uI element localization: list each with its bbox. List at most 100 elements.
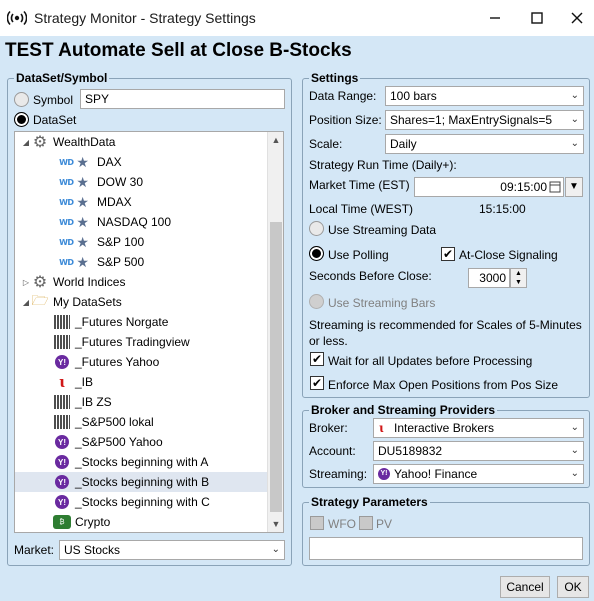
chevron-down-icon: ⌄ <box>570 445 579 456</box>
minimize-icon[interactable] <box>474 0 516 36</box>
at-close-signaling-label: At-Close Signaling <box>459 248 558 262</box>
account-select[interactable]: DU5189832 ⌄ <box>373 441 584 461</box>
local-time-value: 15:15:00 <box>479 202 526 216</box>
tree-item-label: _IB ZS <box>75 395 112 409</box>
ib-icon: ɩ <box>59 373 65 391</box>
tree-item[interactable]: Y! _Futures Yahoo <box>15 352 267 372</box>
symbol-radio[interactable] <box>14 92 29 107</box>
tree-item-label: MDAX <box>97 195 132 209</box>
tree-item[interactable]: WD ★ NASDAQ 100 <box>15 212 267 232</box>
tree-item[interactable]: ▷ ⚙ World Indices <box>15 272 267 292</box>
tree-item-label: NASDAQ 100 <box>97 215 172 229</box>
tree-item-label: My DataSets <box>53 295 122 309</box>
symbol-input[interactable]: SPY <box>80 89 285 109</box>
grid-icon <box>53 314 71 330</box>
spin-down-icon[interactable]: ▼ <box>511 278 526 287</box>
position-size-select[interactable]: Shares=1; MaxEntrySignals=5 ⌄ <box>385 110 584 130</box>
position-size-value: Shares=1; MaxEntrySignals=5 <box>390 113 553 127</box>
market-time-label: Market Time (EST) <box>309 178 410 192</box>
dataset-radio[interactable] <box>14 112 29 127</box>
tree-item-label: S&P 100 <box>97 235 145 249</box>
scale-select[interactable]: Daily ⌄ <box>385 134 584 154</box>
scrollbar-thumb[interactable] <box>270 222 282 512</box>
wait-for-updates-label: Wait for all Updates before Processing <box>328 354 533 368</box>
dataset-label: DataSet <box>33 113 77 127</box>
wd-star-icon: WD ★ <box>59 233 89 250</box>
enforce-max-open-label: Enforce Max Open Positions from Pos Size <box>328 378 559 392</box>
scale-label: Scale: <box>309 137 343 151</box>
account-label: Account: <box>309 444 356 458</box>
window-title: Strategy Monitor - Strategy Settings <box>34 10 256 26</box>
tree-item[interactable]: _Futures Tradingview <box>15 332 267 352</box>
scroll-down-icon[interactable]: ▼ <box>268 516 283 532</box>
maximize-icon[interactable] <box>516 0 558 36</box>
market-value: US Stocks <box>64 543 121 557</box>
yahoo-icon: Y! <box>53 434 71 450</box>
tree-item[interactable]: WD ★ MDAX <box>15 192 267 212</box>
tree-item[interactable]: _Futures Norgate <box>15 312 267 332</box>
seconds-spinner[interactable]: ▲ ▼ <box>510 268 527 288</box>
tree-item[interactable]: ₿ Crypto <box>15 512 267 532</box>
yahoo-icon: Y! <box>53 354 71 370</box>
tree-item[interactable]: ◢ ⚙ WealthData <box>15 132 267 152</box>
at-close-signaling-checkbox[interactable]: ✔ <box>441 247 455 261</box>
tree-item-label: _Stocks beginning with A <box>75 455 209 469</box>
enforce-max-open-checkbox[interactable]: ✔ <box>310 376 324 390</box>
broker-select[interactable]: ɩ Interactive Brokers ⌄ <box>373 418 584 438</box>
cancel-button[interactable]: Cancel <box>500 576 550 598</box>
wd-star-icon: WD ★ <box>59 253 89 270</box>
data-range-value: 100 bars <box>390 89 437 103</box>
use-polling-radio[interactable] <box>309 246 324 261</box>
calendar-icon[interactable] <box>549 180 561 194</box>
run-time-label: Strategy Run Time (Daily+): <box>309 158 457 172</box>
market-time-input[interactable]: 09:15:00 <box>414 177 564 197</box>
streaming-select[interactable]: Y! Yahoo! Finance ⌄ <box>373 464 584 484</box>
tree-item[interactable]: ◢ 🗁 My DataSets <box>15 292 267 312</box>
grid-icon <box>53 334 71 350</box>
use-streaming-data-radio[interactable] <box>309 221 324 236</box>
tree-item[interactable]: Y! _Stocks beginning with A <box>15 452 267 472</box>
expand-icon[interactable]: ▷ <box>21 278 31 287</box>
tree-item[interactable]: WD ★ DAX <box>15 152 267 172</box>
tree-item[interactable]: Y! _Stocks beginning with C <box>15 492 267 512</box>
tree-item[interactable]: WD ★ DOW 30 <box>15 172 267 192</box>
tree-item-label: World Indices <box>53 275 126 289</box>
tree-item-label: _IB <box>75 375 94 389</box>
chevron-down-icon: ⌄ <box>570 138 579 149</box>
tree-item[interactable]: _IB ZS <box>15 392 267 412</box>
wait-for-updates-checkbox[interactable]: ✔ <box>310 352 324 366</box>
tree-item[interactable]: Y! _S&P500 Yahoo <box>15 432 267 452</box>
data-range-select[interactable]: 100 bars ⌄ <box>385 86 584 106</box>
wd-star-icon: WD ★ <box>59 153 89 170</box>
broker-group-title: Broker and Streaming Providers <box>309 403 498 417</box>
time-dropdown-icon[interactable]: ▼ <box>565 177 583 197</box>
market-select[interactable]: US Stocks ⌄ <box>59 540 285 560</box>
wfo-checkbox[interactable] <box>310 516 324 530</box>
tree-item[interactable]: WD ★ S&P 100 <box>15 232 267 252</box>
close-icon[interactable] <box>556 0 594 36</box>
collapse-icon[interactable]: ◢ <box>21 138 31 147</box>
position-size-label: Position Size: <box>309 113 382 127</box>
seconds-before-close-input[interactable]: 3000 <box>468 268 510 288</box>
chevron-down-icon: ⌄ <box>570 422 579 433</box>
scroll-up-icon[interactable]: ▲ <box>268 132 283 148</box>
tree-item[interactable]: ɩ _IB <box>15 372 267 392</box>
use-streaming-bars-label: Use Streaming Bars <box>328 296 436 310</box>
ok-button[interactable]: OK <box>557 576 589 598</box>
grid-icon <box>53 414 71 430</box>
title-bar: Strategy Monitor - Strategy Settings <box>0 0 594 36</box>
chevron-down-icon: ⌄ <box>570 90 579 101</box>
dataset-tree[interactable]: ◢ ⚙ WealthData WD ★ DAX WD ★ DOW 30 WD ★ MDAX WD … <box>14 131 284 533</box>
spin-up-icon[interactable]: ▲ <box>511 269 526 278</box>
parameters-field[interactable] <box>309 537 583 560</box>
pv-checkbox[interactable] <box>359 516 373 530</box>
broadcast-icon <box>6 7 28 29</box>
use-streaming-bars-radio[interactable] <box>309 294 324 309</box>
tree-item[interactable]: _S&P500 lokal <box>15 412 267 432</box>
scale-value: Daily <box>390 137 417 151</box>
broker-value: Interactive Brokers <box>394 421 495 435</box>
collapse-icon[interactable]: ◢ <box>21 298 31 307</box>
tree-item[interactable]: WD ★ S&P 500 <box>15 252 267 272</box>
tree-item[interactable]: Y! _Stocks beginning with B <box>15 472 267 492</box>
tree-scrollbar[interactable]: ▲ ▼ <box>267 132 283 532</box>
